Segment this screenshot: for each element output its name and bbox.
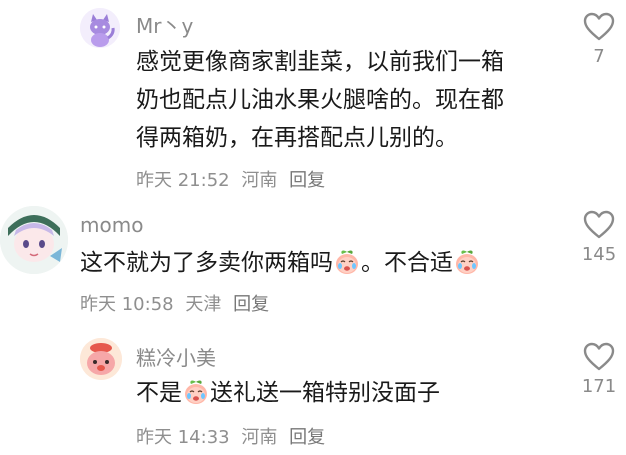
user-avatar[interactable] — [80, 338, 122, 380]
comment-location: 河南 — [241, 170, 278, 191]
heart-icon[interactable] — [583, 210, 615, 240]
comment-time: 昨天 10:58 — [80, 294, 174, 315]
like-count: 7 — [593, 46, 605, 67]
crying-peach-emoji-icon — [454, 249, 480, 275]
crying-peach-emoji-icon — [183, 379, 209, 405]
comment-text: 这不就为了多卖你两箱吗 。不合适 — [80, 245, 481, 281]
comment-meta: 昨天 10:58 天津 回复 — [80, 290, 275, 316]
comment-text-line: 感觉更像商家割韭菜，以前我们一箱 — [136, 49, 504, 75]
crying-peach-emoji-icon — [334, 249, 360, 275]
comment-text-part: 送礼送一箱特别没面子 — [210, 380, 440, 406]
comment-item: 糕冷小美 不是 送礼送一箱特别没面子 昨天 14:33 河南 回复 171 — [0, 320, 626, 455]
comment-meta: 昨天 21:52 河南 回复 — [136, 166, 331, 192]
like-count: 145 — [581, 244, 617, 265]
comment-time: 昨天 14:33 — [136, 427, 230, 448]
anime-girl-avatar-icon — [0, 206, 68, 274]
comment-username[interactable]: Mr丶y — [136, 10, 193, 39]
reply-button[interactable]: 回复 — [289, 427, 325, 448]
comment-item: momo 这不就为了多卖你两箱吗 。不合适 昨天 10:58 天津 回复 145 — [0, 200, 626, 320]
comment-text-part: 不是 — [136, 380, 182, 406]
reply-button[interactable]: 回复 — [289, 170, 325, 191]
heart-icon[interactable] — [583, 12, 615, 42]
user-avatar[interactable] — [0, 206, 68, 274]
comment-meta: 昨天 14:33 河南 回复 — [136, 423, 331, 449]
comment-item: Mr丶y 感觉更像商家割韭菜，以前我们一箱 奶也配点儿油水果火腿啥的。现在都 得… — [0, 0, 626, 200]
like-button[interactable]: 171 — [569, 342, 626, 397]
like-button[interactable]: 7 — [569, 12, 626, 67]
comment-text: 不是 送礼送一箱特别没面子 — [136, 375, 440, 411]
comment-username[interactable]: 糕冷小美 — [136, 342, 216, 371]
user-avatar[interactable] — [80, 8, 120, 48]
comment-text-part: 。不合适 — [361, 250, 453, 276]
comment-location: 天津 — [185, 294, 222, 315]
comment-location: 河南 — [241, 427, 278, 448]
comment-time: 昨天 21:52 — [136, 170, 230, 191]
heart-icon[interactable] — [583, 342, 615, 372]
comment-text-part: 这不就为了多卖你两箱吗 — [80, 250, 333, 276]
like-button[interactable]: 145 — [569, 210, 626, 265]
reply-button[interactable]: 回复 — [233, 294, 269, 315]
like-count: 171 — [581, 376, 617, 397]
pink-character-avatar-icon — [80, 338, 122, 380]
purple-cat-avatar-icon — [80, 8, 120, 48]
comment-text-line: 得两箱奶，在再搭配点儿别的。 — [136, 125, 458, 151]
comment-text-line: 奶也配点儿油水果火腿啥的。现在都 — [136, 87, 504, 113]
comment-username[interactable]: momo — [80, 213, 143, 237]
